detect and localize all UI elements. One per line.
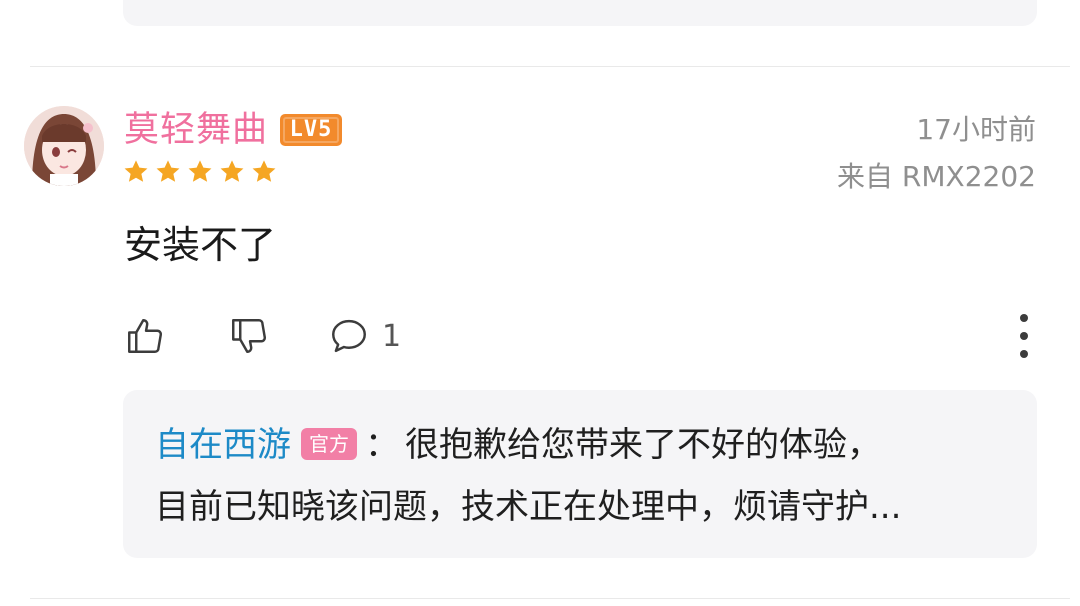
divider bbox=[30, 66, 1070, 67]
developer-reply-text-1: 很抱歉给您带来了不好的体验， bbox=[405, 425, 881, 465]
username[interactable]: 莫轻舞曲 bbox=[124, 108, 268, 152]
more-options-button[interactable] bbox=[1012, 314, 1036, 358]
reply-count: 1 bbox=[382, 318, 402, 354]
star-icon bbox=[220, 160, 244, 182]
dislike-button[interactable] bbox=[228, 312, 270, 360]
avatar[interactable] bbox=[24, 106, 104, 186]
level-badge: LV5 bbox=[280, 114, 342, 146]
more-vertical-icon bbox=[1020, 314, 1028, 322]
star-icon bbox=[124, 160, 148, 182]
comment-time: 17小时前 bbox=[916, 113, 1036, 146]
rating-stars bbox=[122, 158, 278, 186]
divider bbox=[30, 598, 1070, 599]
thumbs-up-icon bbox=[128, 319, 162, 353]
developer-reply-line1: 自在西游 官方：很抱歉给您带来了不好的体验， bbox=[155, 420, 881, 470]
star-icon bbox=[252, 160, 276, 182]
comment-bubble-icon bbox=[332, 319, 366, 353]
developer-reply-card[interactable]: 自在西游 官方：很抱歉给您带来了不好的体验， 目前已知晓该问题，技术正在处理中，烦… bbox=[123, 390, 1037, 558]
comment-text: 安装不了 bbox=[124, 223, 277, 267]
comment-device: 来自 RMX2202 bbox=[837, 160, 1036, 193]
thumbs-down-icon bbox=[232, 319, 266, 353]
developer-name[interactable]: 自在西游 bbox=[155, 425, 291, 465]
reply-button[interactable]: 1 bbox=[328, 312, 401, 360]
like-button[interactable] bbox=[124, 312, 166, 360]
star-icon bbox=[156, 160, 180, 182]
official-badge: 官方 bbox=[301, 427, 357, 460]
previous-reply-card bbox=[123, 0, 1037, 26]
reply-colon: ： bbox=[365, 425, 399, 465]
developer-reply-text-2: 目前已知晓该问题，技术正在处理中，烦请守护... bbox=[155, 487, 902, 527]
star-icon bbox=[188, 160, 212, 182]
